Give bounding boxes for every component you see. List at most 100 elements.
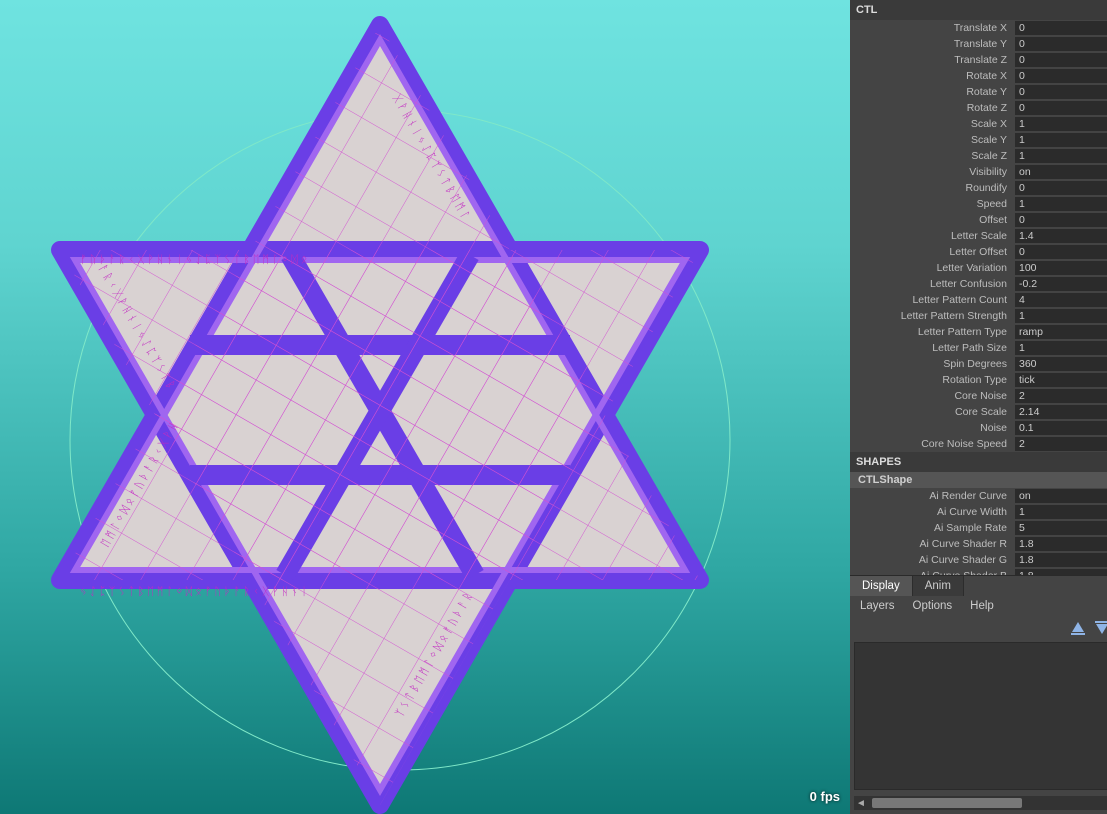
layer-hscrollbar-thumb[interactable] <box>872 798 1022 808</box>
svg-text:ᛃᛇᛈᛉᛊᛏᛒᛖᛗᛚᛜᛞᛟᚠᚢᚦᚨᚱᚲᚷᚹᚺᚾᛁ: ᛃᛇᛈᛉᛊᛏᛒᛖᛗᛚᛜᛞᛟᚠᚢᚦᚨᚱᚲᚷᚹᚺᚾᛁ <box>80 586 310 598</box>
attr-row: Rotate Z <box>850 100 1107 116</box>
attr-label: Scale Z <box>850 150 1015 162</box>
attr-value-input[interactable] <box>1015 133 1107 147</box>
attr-value-input[interactable] <box>1015 373 1107 387</box>
attr-value-input[interactable] <box>1015 357 1107 371</box>
attr-value-input[interactable] <box>1015 85 1107 99</box>
attr-row: Letter Pattern Strength <box>850 308 1107 324</box>
layer-hscrollbar[interactable]: ◄ ► <box>854 796 1107 810</box>
attr-value-input[interactable] <box>1015 69 1107 83</box>
attr-label: Letter Path Size <box>850 342 1015 354</box>
attr-value-input[interactable] <box>1015 165 1107 179</box>
attr-value-input[interactable] <box>1015 309 1107 323</box>
attr-row: Roundify <box>850 180 1107 196</box>
attr-value-input[interactable] <box>1015 229 1107 243</box>
attr-value-input[interactable] <box>1015 293 1107 307</box>
attr-row: Letter Pattern Type <box>850 324 1107 340</box>
attr-row: Ai Curve Shader G <box>850 552 1107 568</box>
attr-value-input[interactable] <box>1015 261 1107 275</box>
attr-label: Letter Pattern Strength <box>850 310 1015 322</box>
attr-row: Ai Curve Width <box>850 504 1107 520</box>
attr-label: Ai Curve Shader G <box>850 554 1015 566</box>
attribute-panel[interactable]: CTL Translate XTranslate Y Translate Z Rot… <box>850 0 1107 575</box>
attr-row: Rotation Type <box>850 372 1107 388</box>
attr-row: Offset <box>850 212 1107 228</box>
attr-value-input[interactable] <box>1015 521 1107 535</box>
attr-value-input[interactable] <box>1015 421 1107 435</box>
section-ctl-header: CTL <box>850 0 1107 20</box>
attr-label: Translate Z <box>850 54 1015 66</box>
attr-label: Letter Pattern Type <box>850 326 1015 338</box>
attr-value-input[interactable] <box>1015 277 1107 291</box>
attr-value-input[interactable] <box>1015 389 1107 403</box>
attr-row: Ai Curve Shader R <box>850 536 1107 552</box>
layer-panel: Display Anim Layers Options Help + + ◄ ► <box>850 575 1107 814</box>
attr-row: Noise <box>850 420 1107 436</box>
viewport-fps: 0 fps <box>810 789 840 804</box>
layer-list[interactable] <box>854 642 1107 790</box>
attr-row: Letter Pattern Count <box>850 292 1107 308</box>
viewport-canvas: ᚠᚢᚦᚨᚱᚲᚷᚹᚺᚾᛁᛃᛇᛈᛉᛊᛏᛒᛖᛗᛚᛜᛞᛟ ᛃᛇᛈᛉᛊᛏᛒᛖᛗᛚᛜᛞᛟᚠᚢ… <box>0 0 850 814</box>
layer-move-down-icon[interactable] <box>1094 620 1107 636</box>
viewport-3d[interactable]: ᚠᚢᚦᚨᚱᚲᚷᚹᚺᚾᛁᛃᛇᛈᛉᛊᛏᛒᛖᛗᛚᛜᛞᛟ ᛃᛇᛈᛉᛊᛏᛒᛖᛗᛚᛜᛞᛟᚠᚢ… <box>0 0 850 814</box>
attr-label: Core Noise Speed <box>850 438 1015 450</box>
attr-value-input[interactable] <box>1015 213 1107 227</box>
attr-row: Translate X <box>850 20 1107 36</box>
menu-options[interactable]: Options <box>913 600 953 612</box>
attr-label: Ai Curve Width <box>850 506 1015 518</box>
section-shapes-header: SHAPES <box>850 452 1107 472</box>
app-root: ᚠᚢᚦᚨᚱᚲᚷᚹᚺᚾᛁᛃᛇᛈᛉᛊᛏᛒᛖᛗᛚᛜᛞᛟ ᛃᛇᛈᛉᛊᛏᛒᛖᛗᛚᛜᛞᛟᚠᚢ… <box>0 0 1107 814</box>
attr-value-input[interactable] <box>1015 245 1107 259</box>
attr-label: Noise <box>850 422 1015 434</box>
menu-layers[interactable]: Layers <box>860 600 895 612</box>
attr-value-input[interactable] <box>1015 405 1107 419</box>
attr-label: Visibility <box>850 166 1015 178</box>
attr-row: Ai Sample Rate <box>850 520 1107 536</box>
attr-value-input[interactable] <box>1015 117 1107 131</box>
attr-value-input[interactable] <box>1015 505 1107 519</box>
attr-label: Roundify <box>850 182 1015 194</box>
attr-label: Spin Degrees <box>850 358 1015 370</box>
attr-label: Rotate X <box>850 70 1015 82</box>
attr-label: Scale X <box>850 118 1015 130</box>
attr-value-input[interactable] <box>1015 553 1107 567</box>
attr-value-input[interactable] <box>1015 53 1107 67</box>
layer-icon-row: + + <box>850 616 1107 642</box>
attr-value-input[interactable] <box>1015 325 1107 339</box>
attr-row: Translate Z <box>850 52 1107 68</box>
attr-row: Rotate X <box>850 68 1107 84</box>
attr-value-input[interactable] <box>1015 21 1107 35</box>
attr-value-input[interactable] <box>1015 341 1107 355</box>
attr-row: Letter Scale <box>850 228 1107 244</box>
attr-value-input[interactable] <box>1015 437 1107 451</box>
attr-value-input[interactable] <box>1015 197 1107 211</box>
attr-row: Spin Degrees <box>850 356 1107 372</box>
attr-row: Letter Confusion <box>850 276 1107 292</box>
attr-row: Speed <box>850 196 1107 212</box>
tab-anim[interactable]: Anim <box>913 576 964 596</box>
scroll-left-icon[interactable]: ◄ <box>854 796 868 810</box>
tab-display[interactable]: Display <box>850 576 913 596</box>
attr-row: Letter Offset <box>850 244 1107 260</box>
attr-value-input[interactable] <box>1015 489 1107 503</box>
attr-row: Core Scale <box>850 404 1107 420</box>
attr-value-input[interactable] <box>1015 149 1107 163</box>
attr-row: Rotate Y <box>850 84 1107 100</box>
attr-row: Translate Y <box>850 36 1107 52</box>
attr-row: Scale Y <box>850 132 1107 148</box>
menu-help[interactable]: Help <box>970 600 994 612</box>
attr-label: Letter Pattern Count <box>850 294 1015 306</box>
attr-value-input[interactable] <box>1015 537 1107 551</box>
attr-value-input[interactable] <box>1015 101 1107 115</box>
layer-menubar: Layers Options Help <box>850 596 1107 616</box>
attr-label: Letter Variation <box>850 262 1015 274</box>
attr-row: Visibility <box>850 164 1107 180</box>
attr-value-input[interactable] <box>1015 37 1107 51</box>
layer-move-up-icon[interactable] <box>1070 620 1086 636</box>
attr-label: Core Scale <box>850 406 1015 418</box>
attr-label: Rotate Z <box>850 102 1015 114</box>
attr-value-input[interactable] <box>1015 181 1107 195</box>
attr-label: Ai Curve Shader R <box>850 538 1015 550</box>
attr-label: Letter Offset <box>850 246 1015 258</box>
attr-label: Ai Render Curve <box>850 490 1015 502</box>
